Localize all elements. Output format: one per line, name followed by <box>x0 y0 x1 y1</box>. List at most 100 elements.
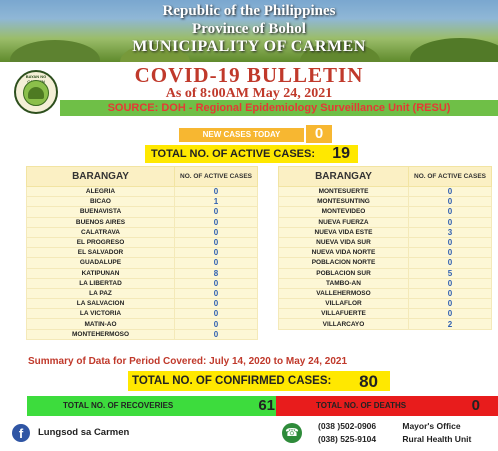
column-header-barangay: BARANGAY <box>26 166 175 187</box>
barangay-table-left-body: ALEGRIA 0 BICAO 1 BUENAVISTA 0 BUENOS AIRES 0 CA… <box>26 185 258 340</box>
active-case-count: 0 <box>174 287 258 300</box>
facebook-icon[interactable]: f <box>12 424 30 442</box>
active-case-count: 1 <box>174 196 258 208</box>
confirmed-cases-value: 80 <box>359 372 378 391</box>
active-case-count: 0 <box>174 185 258 198</box>
active-cases-label: TOTAL NO. OF ACTIVE CASES: <box>151 148 315 160</box>
barangay-name: CALATRAVA <box>26 226 175 238</box>
contact-list: (038 )502-0906 Mayor's Office (038) 525-… <box>318 420 471 446</box>
active-case-count: 0 <box>408 185 492 198</box>
contact-number[interactable]: (038) 525-9104 <box>318 433 400 446</box>
bulletin-date: As of 8:00AM May 24, 2021 <box>165 86 333 101</box>
active-case-count: 0 <box>174 318 258 330</box>
barangay-name: EL PROGRESO <box>26 236 175 249</box>
table-row: MONTESUERTE 0 <box>278 185 492 198</box>
table-row: BICAO 1 <box>26 196 258 208</box>
table-row: BUENAVISTA 0 <box>26 206 258 218</box>
barangay-name: POBLACION SUR <box>278 267 409 279</box>
table-row: ALEGRIA 0 <box>26 185 258 198</box>
active-case-count: 0 <box>174 257 258 269</box>
barangay-name: VALLEHERMOSO <box>278 287 409 300</box>
barangay-name: GUADALUPE <box>26 257 175 269</box>
province-heading: Province of Bohol <box>192 21 306 37</box>
barangay-name: MONTEVIDEO <box>278 206 409 218</box>
table-row: MATIN-AO 0 <box>26 318 258 330</box>
table-row: MONTEVIDEO 0 <box>278 206 492 218</box>
summary-period: Summary of Data for Period Covered: July… <box>28 356 348 367</box>
barangay-name: LA VICTORIA <box>26 308 175 320</box>
table-row: LA PAZ 0 <box>26 287 258 300</box>
barangay-name: VILLARCAYO <box>278 318 409 330</box>
new-cases-value: 0 <box>306 125 332 143</box>
table-row: LA SALVACION 0 <box>26 298 258 310</box>
barangay-name: MATIN-AO <box>26 318 175 330</box>
new-cases-label: NEW CASES TODAY <box>179 128 304 142</box>
table-row: EL PROGRESO 0 <box>26 236 258 249</box>
active-case-count: 0 <box>408 257 492 269</box>
barangay-name: BUENOS AIRES <box>26 216 175 228</box>
column-header-active-cases: NO. OF ACTIVE CASES <box>174 166 258 187</box>
barangay-name: VILLAFUERTE <box>278 308 409 320</box>
active-case-count: 0 <box>174 216 258 228</box>
contact-office: Rural Health Unit <box>402 434 472 444</box>
municipality-heading: MUNICIPALITY OF CARMEN <box>132 38 366 55</box>
recoveries-value: 61 <box>258 397 275 414</box>
barangay-name: MONTESUERTE <box>278 185 409 198</box>
barangay-table-left: BARANGAY NO. OF ACTIVE CASES ALEGRIA 0 BIC… <box>26 166 258 340</box>
active-case-count: 3 <box>408 226 492 238</box>
recoveries-box: TOTAL NO. OF RECOVERIES 61 <box>27 396 285 416</box>
active-cases-value: 19 <box>332 145 350 162</box>
barangay-table-right: BARANGAY NO. OF ACTIVE CASES MONTESUERTE… <box>278 166 492 330</box>
table-row: NUEVA VIDA NORTE 0 <box>278 247 492 259</box>
active-case-count: 0 <box>408 196 492 208</box>
table-row: MONTESUNTING 0 <box>278 196 492 208</box>
barangay-name: MONTESUNTING <box>278 196 409 208</box>
table-row: NUEVA FUERZA 0 <box>278 216 492 228</box>
barangay-name: NUEVA VIDA SUR <box>278 236 409 249</box>
table-row: LA LIBERTAD 0 <box>26 277 258 289</box>
barangay-name: LA SALVACION <box>26 298 175 310</box>
facebook-page-link[interactable]: Lungsod sa Carmen <box>38 427 129 438</box>
active-case-count: 8 <box>174 267 258 279</box>
barangay-name: POBLACION NORTE <box>278 257 409 269</box>
barangay-name: BUENAVISTA <box>26 206 175 218</box>
phone-icon: ☎ <box>282 423 302 443</box>
barangay-name: BICAO <box>26 196 175 208</box>
deaths-label: TOTAL NO. OF DEATHS <box>316 401 407 410</box>
source-bar: SOURCE: DOH - Regional Epidemiology Surv… <box>60 100 498 116</box>
table-row: NUEVA VIDA ESTE 3 <box>278 226 492 238</box>
table-row: EL SALVADOR 0 <box>26 247 258 259</box>
active-case-count: 0 <box>408 216 492 228</box>
table-row: TAMBO-AN 0 <box>278 277 492 289</box>
table-row: LA VICTORIA 0 <box>26 308 258 320</box>
table-row: POBLACION SUR 5 <box>278 267 492 279</box>
active-case-count: 0 <box>174 328 258 340</box>
bulletin-title: COVID-19 BULLETIN <box>134 63 364 87</box>
column-header-active-cases: NO. OF ACTIVE CASES <box>408 166 492 187</box>
barangay-name: MONTEHERMOSO <box>26 328 175 340</box>
active-case-count: 0 <box>408 298 492 310</box>
table-row: BUENOS AIRES 0 <box>26 216 258 228</box>
active-case-count: 0 <box>174 298 258 310</box>
bulletin-heading: COVID-19 BULLETIN As of 8:00AM May 24, 2… <box>0 64 498 101</box>
republic-heading: Republic of the Philippines <box>162 3 336 19</box>
confirmed-cases-label: TOTAL NO. OF CONFIRMED CASES: <box>132 375 332 387</box>
table-row: VALLEHERMOSO 0 <box>278 287 492 300</box>
confirmed-cases-box: TOTAL NO. OF CONFIRMED CASES: 80 <box>128 371 390 391</box>
contact-row: (038) 525-9104 Rural Health Unit <box>318 433 471 446</box>
table-row: KATIPUNAN 8 <box>26 267 258 279</box>
barangay-name: VILLAFLOR <box>278 298 409 310</box>
active-case-count: 0 <box>174 236 258 249</box>
table-row: CALATRAVA 0 <box>26 226 258 238</box>
active-case-count: 5 <box>408 267 492 279</box>
active-case-count: 0 <box>174 206 258 218</box>
active-case-count: 0 <box>174 277 258 289</box>
barangay-name: LA PAZ <box>26 287 175 300</box>
active-case-count: 0 <box>174 308 258 320</box>
header-text: Republic of the Philippines Province of … <box>0 2 498 56</box>
barangay-name: LA LIBERTAD <box>26 277 175 289</box>
contact-number[interactable]: (038 )502-0906 <box>318 420 400 433</box>
active-case-count: 0 <box>408 287 492 300</box>
table-row: GUADALUPE 0 <box>26 257 258 269</box>
deaths-value: 0 <box>471 397 480 414</box>
